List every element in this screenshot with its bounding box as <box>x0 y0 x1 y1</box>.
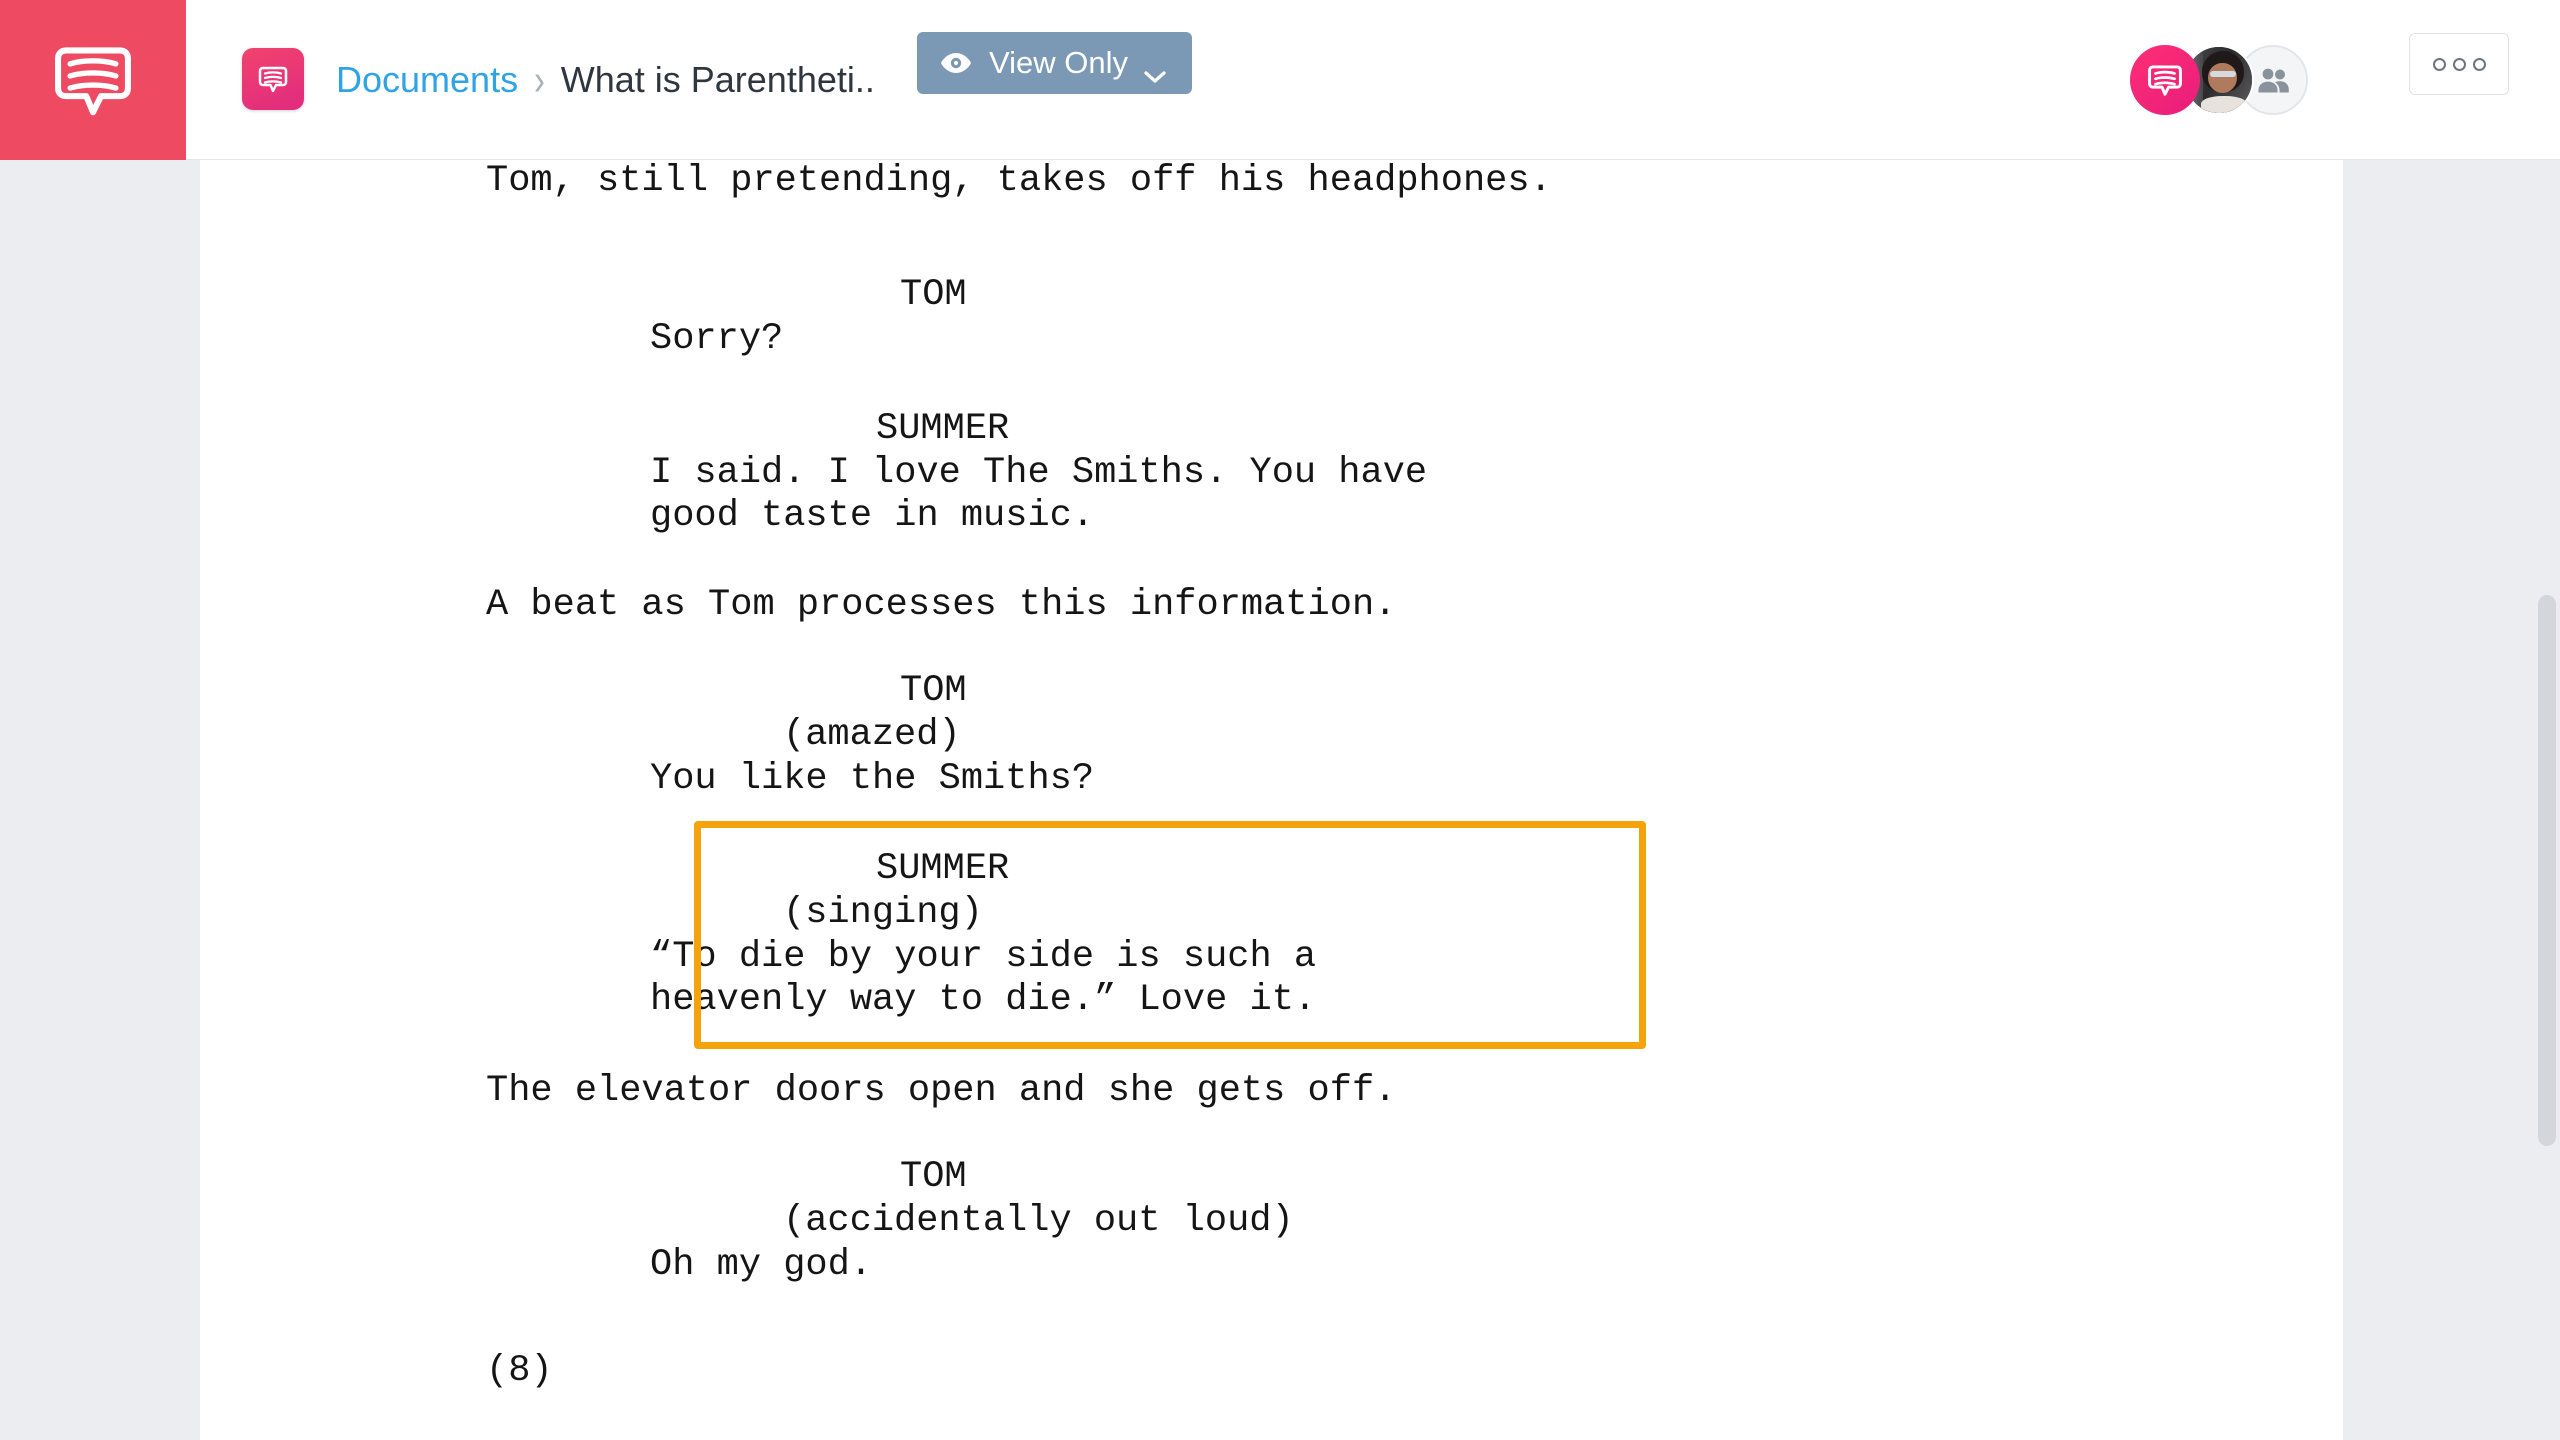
three-dots-icon-dot-1 <box>2432 57 2446 71</box>
speech-bubble-lines-icon <box>50 37 136 123</box>
script-block-char-tom-3: TOM <box>900 1156 967 1198</box>
script-block-dlg-summer-1: I said. I love The Smiths. You have good… <box>650 452 1428 537</box>
vertical-scrollbar-track[interactable] <box>2532 160 2560 1440</box>
script-block-dlg-tom-2: You like the Smiths? <box>650 758 1095 800</box>
avatar-photo-shirt <box>2200 95 2247 113</box>
chevron-down-icon <box>1144 56 1166 83</box>
top-header-bar: Documents › What is Parentheti.. View On… <box>0 0 2560 160</box>
document-type-badge[interactable] <box>242 48 304 110</box>
script-block-action-2: A beat as Tom processes this information… <box>486 584 1397 626</box>
view-only-mode-button[interactable]: View Only <box>917 32 1192 94</box>
script-block-char-tom-2: TOM <box>900 670 967 712</box>
avatar-photo-glasses <box>2209 70 2237 77</box>
breadcrumb-documents-link[interactable]: Documents <box>336 59 518 101</box>
three-dots-icon-dot-3 <box>2472 57 2486 71</box>
app-logo-avatar[interactable] <box>2130 45 2200 115</box>
avatar-photo-face <box>2207 62 2237 94</box>
script-block-page-number: (8) <box>486 1350 553 1392</box>
breadcrumb-current-document[interactable]: What is Parentheti.. <box>561 59 875 101</box>
app-root: Documents › What is Parentheti.. View On… <box>0 0 2560 1440</box>
breadcrumb: Documents › What is Parentheti.. <box>336 50 875 110</box>
avatar-stack <box>2130 44 2308 116</box>
script-page[interactable]: Tom, still pretending, takes off his hea… <box>200 160 2343 1440</box>
parenthetical-highlight <box>694 821 1646 1049</box>
three-dots-icon-dot-2 <box>2452 57 2466 71</box>
breadcrumb-separator-icon: › <box>534 55 545 104</box>
script-block-char-tom-1: TOM <box>900 274 967 316</box>
document-workspace: Tom, still pretending, takes off his hea… <box>0 160 2560 1440</box>
script-block-dlg-tom-1: Sorry? <box>650 318 784 360</box>
view-only-label: View Only <box>989 45 1128 80</box>
more-options-button[interactable] <box>2409 33 2509 95</box>
speech-bubble-lines-icon <box>2146 61 2184 99</box>
script-block-paren-tom-3: (accidentally out loud) <box>783 1200 1294 1242</box>
script-block-dlg-tom-3: Oh my god. <box>650 1244 873 1286</box>
vertical-scrollbar-thumb[interactable] <box>2538 595 2556 1146</box>
script-block-action-3: The elevator doors open and she gets off… <box>486 1070 1397 1112</box>
script-block-paren-tom-2: (amazed) <box>783 714 961 756</box>
people-group-icon <box>2255 65 2291 95</box>
script-block-action-1: Tom, still pretending, takes off his hea… <box>486 160 1552 202</box>
eye-icon <box>939 46 973 80</box>
brand-home-button[interactable] <box>0 0 186 160</box>
script-block-char-summer-1: SUMMER <box>876 408 1010 450</box>
speech-bubble-lines-icon <box>257 63 289 95</box>
